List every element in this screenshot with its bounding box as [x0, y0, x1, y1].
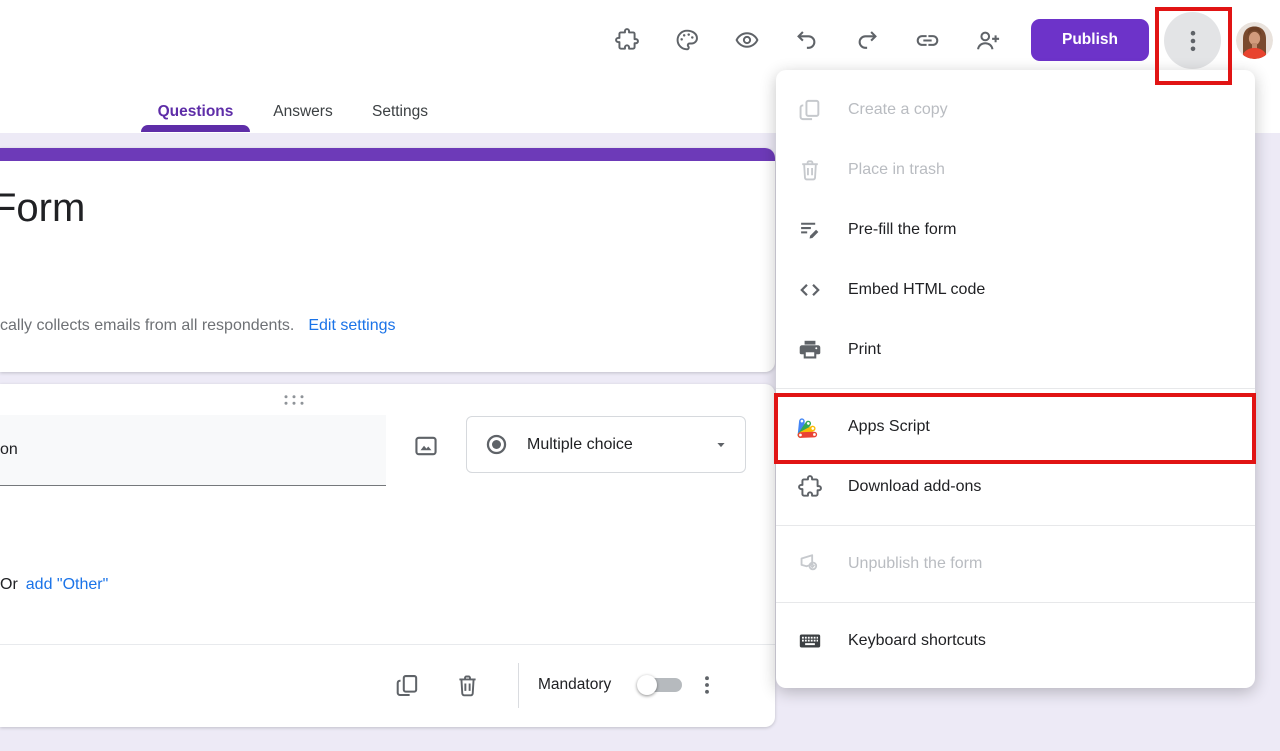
person-add-icon: [974, 27, 1001, 54]
menu-separator: [776, 602, 1255, 603]
puzzle-icon: [614, 27, 640, 53]
question-type-label: Multiple choice: [527, 436, 696, 454]
more-options-menu: Create a copy Place in trash Pre-fill th…: [776, 70, 1255, 688]
question-title-text: on: [0, 441, 18, 459]
menu-item-create-a-copy: Create a copy: [776, 80, 1255, 140]
menu-item-place-in-trash: Place in trash: [776, 140, 1255, 200]
redo-icon: [854, 27, 880, 53]
chevron-down-icon: [713, 437, 729, 453]
question-type-dropdown[interactable]: Multiple choice: [466, 416, 746, 473]
menu-item-label: Apps Script: [848, 418, 930, 436]
add-collaborators-button[interactable]: [967, 20, 1007, 60]
duplicate-question-button[interactable]: [392, 670, 422, 700]
menu-item-embed-html-code[interactable]: Embed HTML code: [776, 260, 1255, 320]
three-dots-vertical-icon: [696, 674, 718, 696]
account-avatar[interactable]: [1236, 22, 1273, 59]
add-image-button[interactable]: [411, 431, 441, 461]
prefill-icon: [797, 217, 823, 243]
menu-item-label: Create a copy: [848, 101, 948, 119]
question-card: on Multiple choice Oradd: [0, 384, 775, 727]
tab-answers[interactable]: Answers: [260, 100, 346, 124]
toggle-knob: [637, 675, 657, 695]
menu-item-label: Print: [848, 341, 881, 359]
link-icon: [914, 27, 941, 54]
undo-button[interactable]: [787, 20, 827, 60]
delete-question-button[interactable]: [452, 670, 482, 700]
question-more-options-button[interactable]: [692, 670, 722, 700]
tab-settings[interactable]: Settings: [360, 100, 440, 124]
preview-button[interactable]: [727, 20, 767, 60]
copy-icon: [394, 672, 421, 699]
undo-icon: [794, 27, 820, 53]
customize-theme-button[interactable]: [667, 20, 707, 60]
form-accent-strip: [0, 148, 775, 161]
menu-separator: [776, 525, 1255, 526]
eye-icon: [734, 27, 760, 53]
menu-item-label: Embed HTML code: [848, 281, 985, 299]
unpublish-icon: [797, 551, 823, 577]
keyboard-icon: [797, 628, 823, 654]
google-forms-editor: Publish Questions A: [0, 0, 1280, 751]
menu-item-print[interactable]: Print: [776, 320, 1255, 380]
more-options-button[interactable]: [1164, 12, 1221, 69]
trash-icon: [797, 157, 823, 183]
menu-item-unpublish-the-form: Unpublish the form: [776, 534, 1255, 594]
menu-item-download-add-ons[interactable]: Download add-ons: [776, 457, 1255, 517]
trash-icon: [454, 672, 481, 699]
mandatory-label: Mandatory: [538, 676, 611, 694]
embed-code-icon: [797, 277, 823, 303]
footer-divider-vertical: [518, 663, 519, 708]
form-header-card: Form cally collects emails from all resp…: [0, 148, 775, 372]
email-collection-notice: cally collects emails from all responden…: [0, 317, 294, 334]
copy-icon: [797, 97, 823, 123]
form-title[interactable]: Form: [0, 186, 85, 231]
palette-icon: [674, 27, 700, 53]
question-title-input[interactable]: on: [0, 415, 386, 486]
menu-separator: [776, 388, 1255, 389]
card-footer-divider: [0, 644, 775, 645]
three-dots-vertical-icon: [1181, 29, 1205, 53]
menu-item-prefill-the-form[interactable]: Pre-fill the form: [776, 200, 1255, 260]
copy-link-button[interactable]: [907, 20, 947, 60]
radio-filled-icon: [483, 431, 510, 458]
menu-item-label: Place in trash: [848, 161, 945, 179]
active-tab-indicator: [141, 125, 250, 132]
menu-item-label: Pre-fill the form: [848, 221, 956, 239]
menu-item-label: Download add-ons: [848, 478, 981, 496]
tab-questions[interactable]: Questions: [141, 100, 250, 124]
mandatory-toggle[interactable]: [637, 675, 687, 695]
add-other-link[interactable]: add "Other": [26, 576, 109, 593]
add-ons-button[interactable]: [607, 20, 647, 60]
publish-button[interactable]: Publish: [1031, 19, 1149, 61]
edit-settings-link[interactable]: Edit settings: [308, 317, 395, 334]
apps-script-icon: [797, 414, 823, 440]
menu-item-keyboard-shortcuts[interactable]: Keyboard shortcuts: [776, 611, 1255, 671]
menu-item-label: Unpublish the form: [848, 555, 982, 573]
image-icon: [412, 432, 440, 460]
or-text: Or: [0, 576, 18, 593]
redo-button[interactable]: [847, 20, 887, 60]
menu-item-apps-script[interactable]: Apps Script: [776, 397, 1255, 457]
menu-item-label: Keyboard shortcuts: [848, 632, 986, 650]
print-icon: [797, 337, 823, 363]
drag-handle[interactable]: [283, 394, 307, 406]
puzzle-icon: [797, 474, 823, 500]
